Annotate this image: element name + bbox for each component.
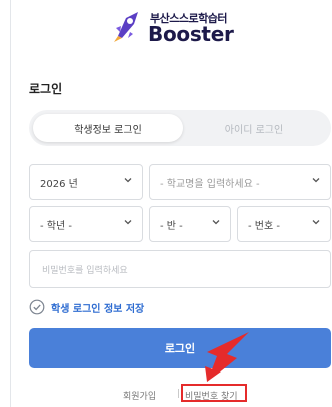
rocket-icon (114, 12, 138, 42)
check-circle-icon[interactable] (29, 299, 45, 315)
footer-divider: | (177, 389, 181, 399)
red-arrow-icon (205, 332, 249, 382)
login-tabs: 학생정보 로그인 아이디 로그인 (29, 110, 331, 146)
class-select-value: - 반 - (160, 220, 183, 232)
chevron-down-icon (124, 220, 132, 225)
grade-select[interactable]: - 학년 - (29, 206, 143, 242)
password-input[interactable]: 비밀번호를 입력하세요 (29, 250, 331, 288)
school-select[interactable]: - 학교명을 입력하세요 - (149, 164, 331, 200)
chevron-down-icon (124, 178, 132, 183)
login-card: 부산스스로학습터 Booster 로그인 학생정보 로그인 아이디 로그인 20… (10, 0, 332, 407)
logo-english-text: Booster (148, 22, 234, 46)
booster-logo: 부산스스로학습터 Booster (112, 8, 272, 48)
year-select-value: 2026 년 (40, 178, 78, 190)
password-placeholder: 비밀번호를 입력하세요 (42, 265, 128, 276)
class-select[interactable]: - 반 - (149, 206, 231, 242)
chevron-down-icon (312, 220, 320, 225)
tab-id-login[interactable]: 아이디 로그인 (179, 114, 329, 142)
find-password-highlight (181, 384, 247, 402)
page-title: 로그인 (29, 82, 63, 96)
login-button[interactable]: 로그인 (29, 328, 331, 368)
year-select[interactable]: 2026 년 (29, 164, 143, 200)
grade-select-value: - 학년 - (40, 220, 72, 232)
tab-student-info-login[interactable]: 학생정보 로그인 (33, 114, 183, 142)
number-select-value: - 번호 - (248, 220, 280, 232)
chevron-down-icon (212, 220, 220, 225)
remember-login-toggle[interactable]: 학생 로그인 정보 저장 (29, 298, 144, 316)
signup-link[interactable]: 회원가입 (123, 389, 156, 402)
chevron-down-icon (312, 178, 320, 183)
school-select-placeholder: - 학교명을 입력하세요 - (160, 178, 260, 190)
remember-login-label: 학생 로그인 정보 저장 (51, 303, 145, 315)
number-select[interactable]: - 번호 - (237, 206, 331, 242)
